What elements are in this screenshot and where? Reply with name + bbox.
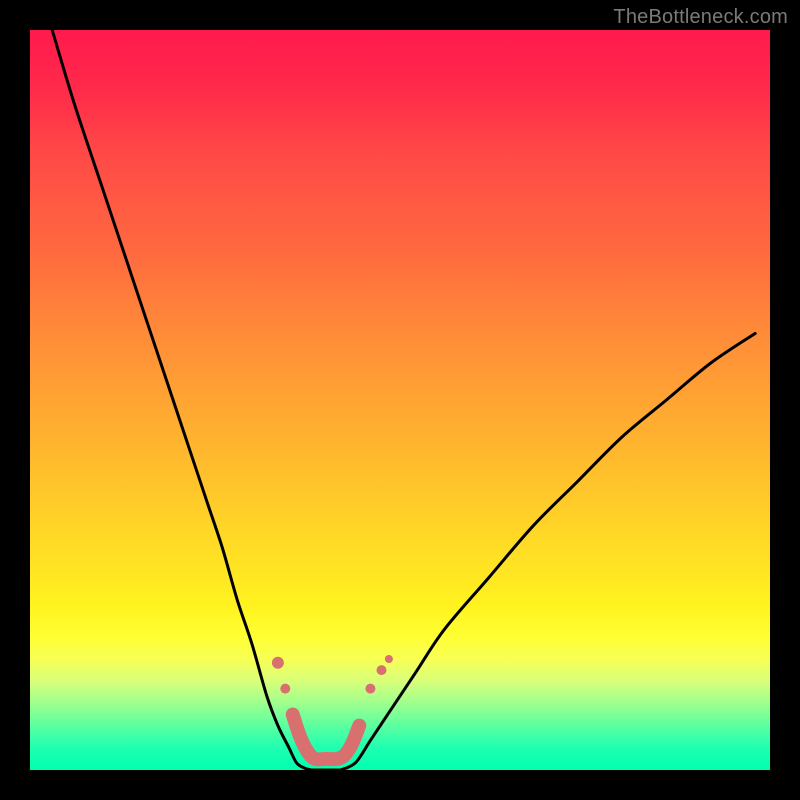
chart-plot-area [30, 30, 770, 770]
watermark-text: TheBottleneck.com [613, 6, 788, 29]
chart-overlay [30, 30, 770, 770]
marker-sausage [293, 715, 360, 760]
chart-frame: TheBottleneck.com [0, 0, 800, 800]
marker-dot-3 [377, 665, 387, 675]
marker-dot-4 [385, 655, 393, 663]
curve-left-branch [52, 30, 311, 770]
curve-right-branch [341, 333, 755, 770]
chart-markers [272, 655, 393, 759]
marker-dot-1 [280, 684, 290, 694]
marker-dot-0 [272, 657, 284, 669]
marker-dot-2 [365, 684, 375, 694]
chart-curves [52, 30, 755, 770]
